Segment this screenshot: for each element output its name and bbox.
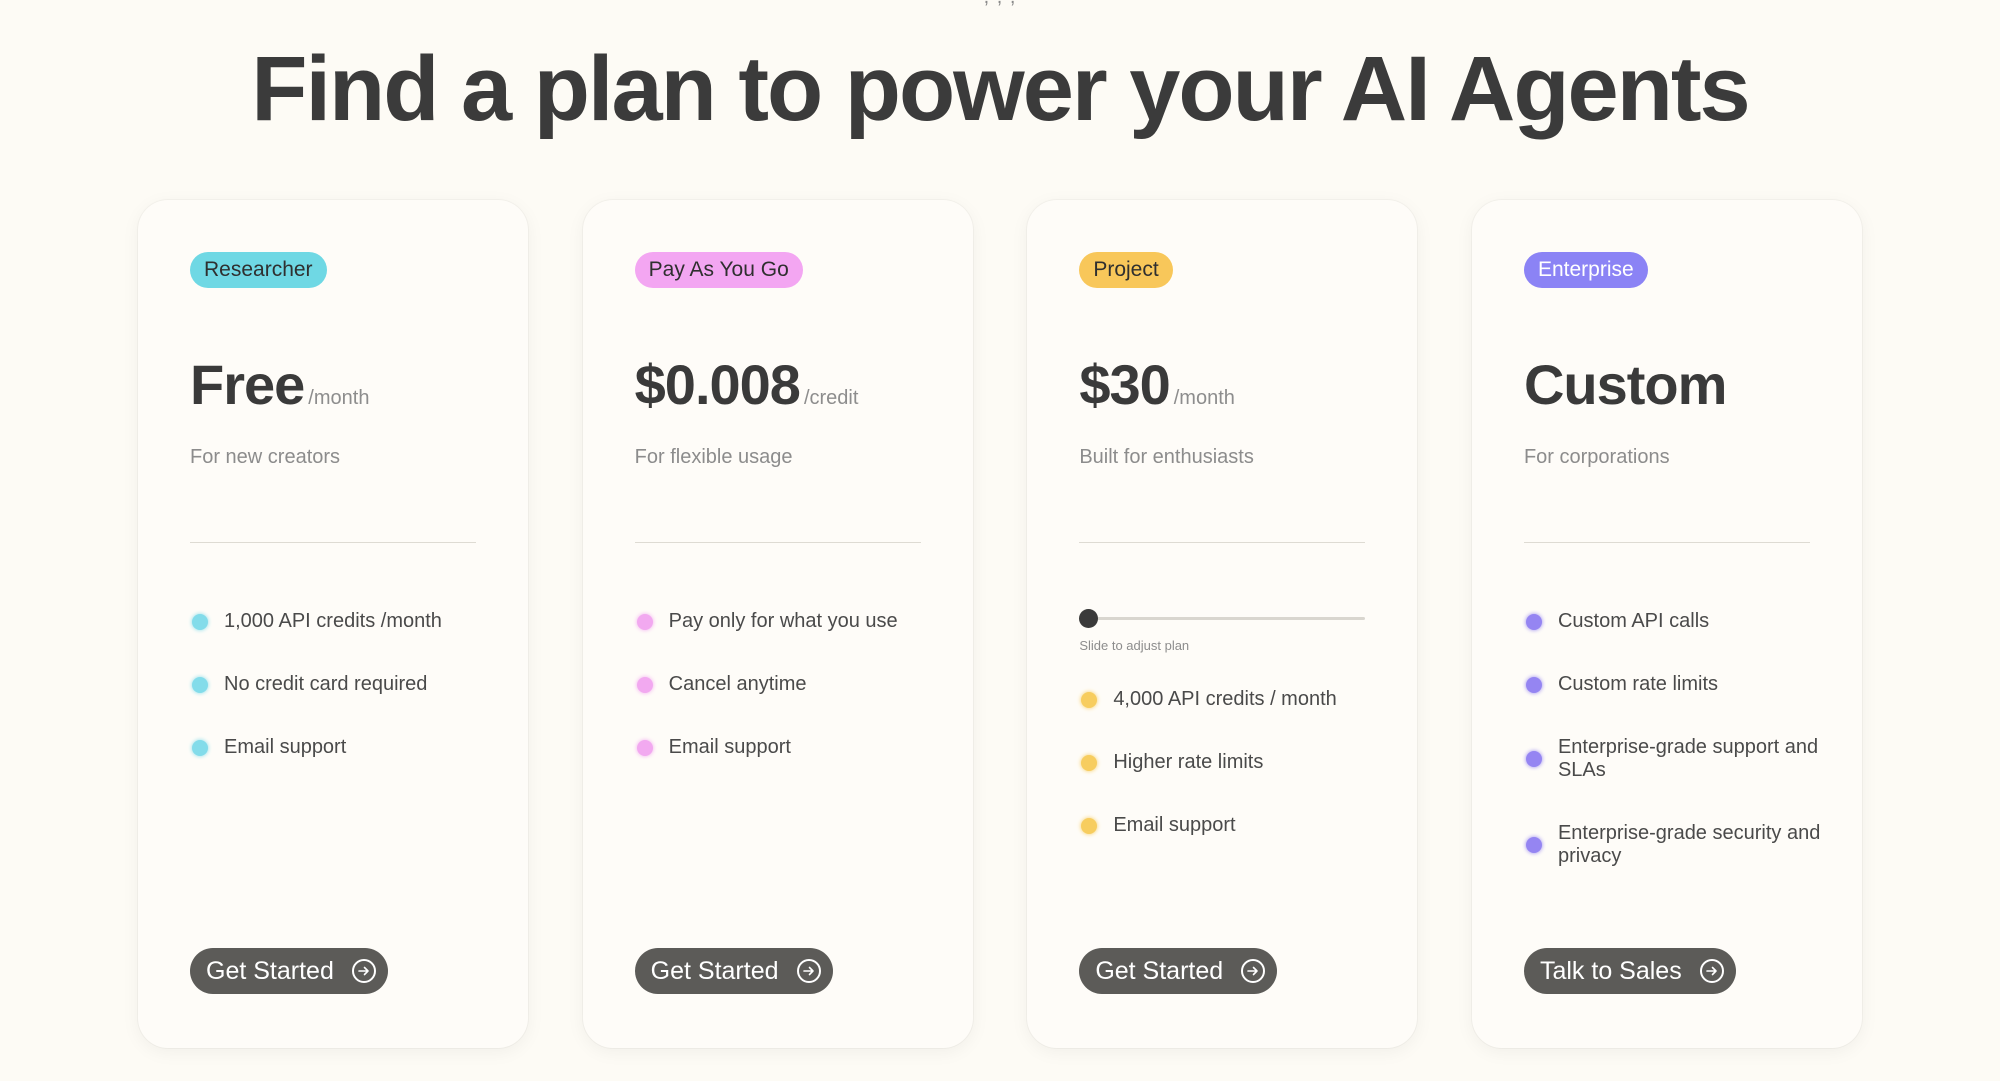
plan-card-pay-as-you-go: Pay As You Go $0.008/credit For flexible… [582, 200, 973, 1048]
arrow-right-circle-icon [1699, 959, 1724, 983]
plan-card-researcher: Researcher Free/month For new creators 1… [138, 200, 528, 1048]
feature-text: 1,000 API credits /month [224, 610, 442, 632]
feature-text: Pay only for what you use [668, 610, 898, 632]
get-started-button[interactable]: Get Started [190, 948, 388, 994]
arrow-right-circle-icon [796, 959, 821, 983]
plan-tagline: For flexible usage [634, 446, 793, 468]
button-label: Get Started [206, 956, 334, 985]
feature-text: Email support [1113, 814, 1236, 836]
feature-text: Custom rate limits [1557, 673, 1718, 695]
bullet-dot-icon [636, 677, 653, 693]
price-row: Custom [1523, 352, 1727, 417]
feature-item: Pay only for what you use [635, 610, 935, 633]
bullet-dot-icon [1081, 818, 1098, 834]
slider-caption: Slide to adjust plan [1079, 638, 1190, 653]
feature-item: Email support [1079, 814, 1379, 837]
plan-card-project: Project $30/month Built for enthusiasts … [1027, 200, 1418, 1048]
get-started-button[interactable]: Get Started [634, 948, 833, 994]
plan-badge: Pay As You Go [634, 252, 803, 288]
price-unit: /credit [803, 387, 859, 409]
slider-thumb[interactable] [1079, 609, 1099, 628]
plan-price: $0.008 [634, 353, 801, 416]
slider-track[interactable] [1079, 617, 1366, 620]
plan-slider[interactable]: Slide to adjust plan [1079, 608, 1366, 653]
feature-text: Custom API calls [1557, 610, 1710, 632]
price-row: Free/month [190, 352, 369, 417]
feature-item: Custom API calls [1524, 610, 1824, 633]
bullet-dot-icon [1525, 837, 1542, 853]
divider [1523, 542, 1810, 543]
feature-text: Higher rate limits [1113, 751, 1264, 773]
feature-item: Higher rate limits [1079, 751, 1379, 774]
plan-badge: Researcher [190, 252, 327, 288]
feature-item: No credit card required [190, 673, 490, 696]
feature-item: Email support [635, 736, 935, 759]
top-clipped-text: , , , [0, 0, 2000, 9]
bullet-dot-icon [192, 614, 208, 630]
feature-text: Email support [224, 736, 347, 758]
page-title: Find a plan to power your AI Agents [251, 38, 1750, 140]
plan-card-enterprise: Enterprise Custom For corporations Custo… [1471, 200, 1862, 1048]
plan-price: Custom [1523, 353, 1727, 416]
button-label: Get Started [1095, 956, 1224, 985]
feature-item: Enterprise-grade security and privacy [1524, 822, 1824, 868]
divider [634, 542, 921, 543]
feature-list: 1,000 API credits /month No credit card … [190, 610, 490, 799]
price-unit: /month [308, 387, 370, 409]
feature-text: Enterprise-grade support and SLAs [1557, 736, 1819, 781]
button-label: Talk to Sales [1539, 956, 1682, 985]
bullet-dot-icon [636, 614, 653, 630]
feature-list: Custom API calls Custom rate limits Ente… [1524, 610, 1824, 908]
feature-item: 4,000 API credits / month [1079, 688, 1379, 711]
price-row: $30/month [1079, 352, 1235, 417]
plan-badge: Project [1079, 252, 1173, 288]
feature-text: 4,000 API credits / month [1113, 688, 1337, 710]
feature-list: Pay only for what you use Cancel anytime… [635, 610, 935, 799]
feature-item: Enterprise-grade support and SLAs [1524, 736, 1824, 782]
pricing-cards: Researcher Free/month For new creators 1… [138, 200, 1862, 1048]
feature-text: No credit card required [224, 673, 428, 695]
plan-tagline: For new creators [190, 446, 341, 468]
plan-price: $30 [1079, 353, 1170, 416]
feature-item: Custom rate limits [1524, 673, 1824, 696]
feature-list: 4,000 API credits / month Higher rate li… [1079, 688, 1379, 877]
feature-item: 1,000 API credits /month [190, 610, 490, 633]
arrow-right-circle-icon [1241, 959, 1266, 983]
plan-badge: Enterprise [1523, 252, 1648, 288]
bullet-dot-icon [1525, 614, 1542, 630]
feature-text: Enterprise-grade security and privacy [1557, 822, 1821, 867]
feature-item: Email support [190, 736, 490, 759]
bullet-dot-icon [1525, 751, 1542, 767]
feature-text: Cancel anytime [668, 673, 807, 695]
plan-tagline: Built for enthusiasts [1079, 446, 1254, 468]
feature-item: Cancel anytime [635, 673, 935, 696]
price-unit: /month [1173, 387, 1235, 409]
talk-to-sales-button[interactable]: Talk to Sales [1523, 948, 1736, 994]
bullet-dot-icon [1081, 755, 1098, 771]
arrow-right-circle-icon [351, 959, 376, 983]
bullet-dot-icon [1081, 692, 1098, 708]
bullet-dot-icon [192, 740, 208, 756]
feature-text: Email support [668, 736, 791, 758]
bullet-dot-icon [1525, 677, 1542, 693]
divider [190, 542, 476, 543]
button-label: Get Started [650, 956, 779, 985]
divider [1079, 542, 1366, 543]
plan-tagline: For corporations [1523, 446, 1670, 468]
bullet-dot-icon [192, 677, 208, 693]
price-row: $0.008/credit [635, 352, 859, 417]
get-started-button[interactable]: Get Started [1079, 948, 1278, 994]
bullet-dot-icon [636, 740, 653, 756]
plan-price: Free [190, 353, 305, 416]
